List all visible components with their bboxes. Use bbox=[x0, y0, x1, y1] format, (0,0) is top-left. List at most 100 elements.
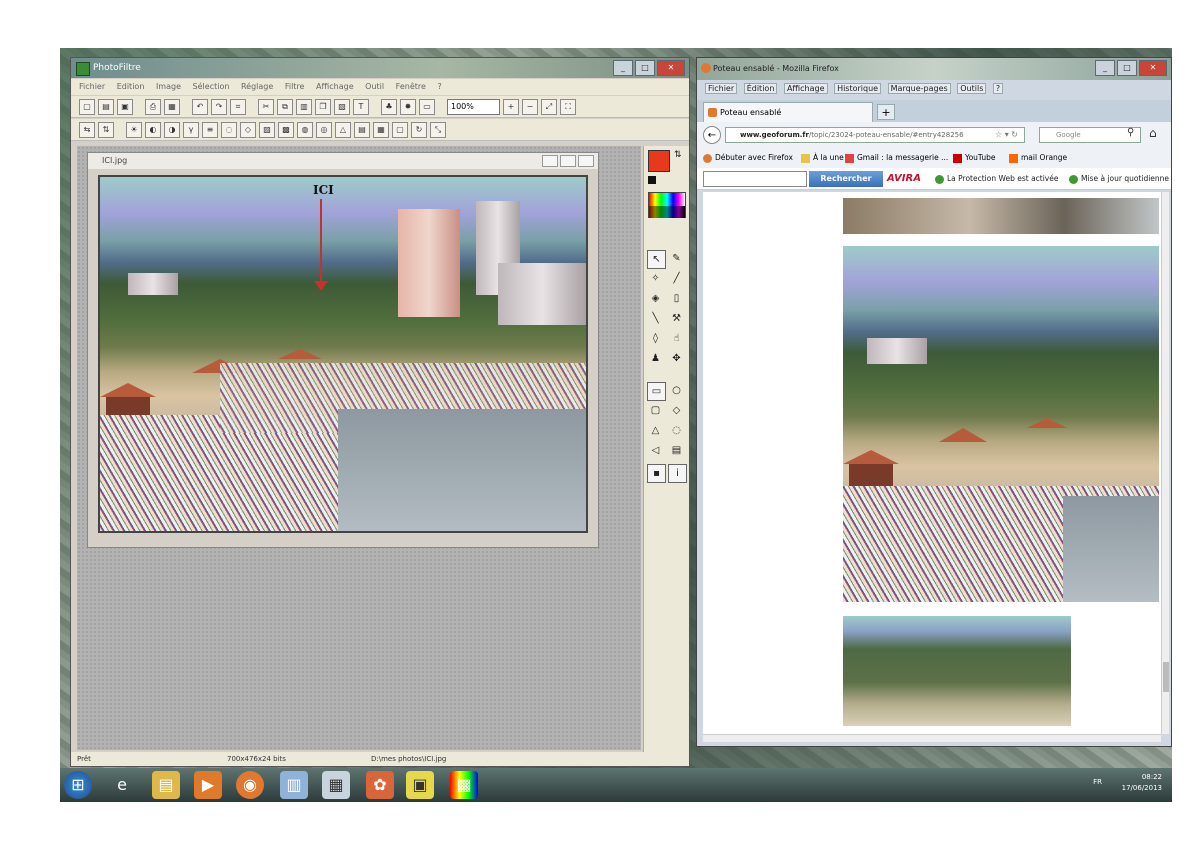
doc-minimize-button[interactable] bbox=[542, 155, 558, 167]
background-color-swatch[interactable] bbox=[648, 176, 656, 184]
zoom-select[interactable]: 100% bbox=[447, 98, 500, 115]
ff-menu-affichage[interactable]: Affichage bbox=[783, 83, 828, 94]
internet-explorer-icon[interactable]: e bbox=[108, 771, 136, 799]
system-clock[interactable]: 08:22 17/06/2013 bbox=[1122, 772, 1162, 794]
doc-maximize-button[interactable] bbox=[560, 155, 576, 167]
ff-menu-marque-pages[interactable]: Marque-pages bbox=[887, 83, 951, 94]
explorer-folder-icon[interactable]: ▤ bbox=[152, 771, 180, 799]
ff-maximize-button[interactable]: □ bbox=[1117, 60, 1137, 76]
effects-icon[interactable]: ✸ bbox=[400, 98, 416, 115]
print-icon[interactable]: ⎙ bbox=[145, 98, 161, 115]
bookmark-star-icon[interactable]: ☆ ▾ ↻ bbox=[995, 127, 1018, 143]
stamp-icon[interactable]: ♣ bbox=[381, 98, 397, 115]
open-file-icon[interactable]: ▤ bbox=[98, 98, 114, 115]
stamp-tool-icon[interactable]: ♟ bbox=[647, 350, 664, 367]
menu-affichage[interactable]: Affichage bbox=[316, 82, 354, 91]
frame-icon[interactable]: ▢ bbox=[392, 121, 408, 138]
window-icon[interactable]: ▭ bbox=[419, 98, 435, 115]
smudge-tool-icon[interactable]: ☝ bbox=[668, 330, 685, 347]
swap-colors-icon[interactable]: ⇅ bbox=[674, 150, 682, 160]
ff-minimize-button[interactable]: _ bbox=[1095, 60, 1115, 76]
triangle-shape-icon[interactable]: △ bbox=[647, 422, 664, 439]
forum-image-beach[interactable] bbox=[843, 246, 1159, 602]
folder-shape-icon[interactable]: ▤ bbox=[668, 442, 685, 459]
pipette-tool-icon[interactable]: ✎ bbox=[668, 250, 685, 267]
app-taskbar-icon[interactable]: ▣ bbox=[406, 771, 434, 799]
fullscreen-icon[interactable]: ⛶ bbox=[560, 98, 576, 115]
zoom-out-icon[interactable]: − bbox=[522, 98, 538, 115]
redo-icon[interactable]: ↷ bbox=[211, 98, 227, 115]
vertical-scrollbar[interactable] bbox=[1161, 192, 1169, 734]
ff-menu-historique[interactable]: Historique bbox=[834, 83, 882, 94]
photofiltre-titlebar[interactable]: PhotoFiltre _ □ ✕ bbox=[71, 58, 689, 78]
menu-selection[interactable]: Sélection bbox=[193, 82, 230, 91]
selection-mode-icon[interactable]: ▪ bbox=[647, 464, 666, 483]
crop-icon[interactable]: ⌗ bbox=[230, 98, 246, 115]
doc-close-button[interactable] bbox=[578, 155, 594, 167]
fill-tool-icon[interactable]: ◈ bbox=[647, 290, 664, 307]
menu-fichier[interactable]: Fichier bbox=[79, 82, 105, 91]
saturation-icon[interactable]: ◑ bbox=[164, 121, 180, 138]
menu-reglage[interactable]: Réglage bbox=[241, 82, 273, 91]
ff-menu-help[interactable]: ? bbox=[992, 83, 1004, 94]
select-tool-icon[interactable]: ↖ bbox=[647, 250, 666, 269]
avira-update-status[interactable]: Mise à jour quotidienne bbox=[1069, 171, 1169, 187]
media-player-icon[interactable]: ▶ bbox=[194, 771, 222, 799]
forum-image-top[interactable] bbox=[843, 198, 1159, 234]
horizontal-scrollbar[interactable] bbox=[703, 734, 1161, 742]
scrollbar-thumb[interactable] bbox=[1163, 662, 1169, 692]
text-icon[interactable]: T bbox=[353, 98, 369, 115]
scan-icon[interactable]: ▦ bbox=[164, 98, 180, 115]
save-icon[interactable]: ▣ bbox=[117, 98, 133, 115]
sepia-icon[interactable]: ▩ bbox=[278, 121, 294, 138]
sharpen-icon[interactable]: ◇ bbox=[240, 121, 256, 138]
drop2-icon[interactable]: ◎ bbox=[316, 121, 332, 138]
duplicate-icon[interactable]: ❐ bbox=[315, 98, 331, 115]
lasso-shape-icon[interactable]: ◌ bbox=[668, 422, 685, 439]
triangle-icon[interactable]: △ bbox=[335, 121, 351, 138]
language-indicator[interactable]: FR bbox=[1093, 778, 1102, 786]
menu-image[interactable]: Image bbox=[156, 82, 181, 91]
wand-tool-icon[interactable]: ✧ bbox=[647, 270, 664, 287]
firefox-taskbar-icon[interactable]: ◉ bbox=[236, 771, 264, 799]
info-icon[interactable]: i bbox=[668, 464, 687, 483]
bookmark-item[interactable]: Gmail : la messagerie ... bbox=[845, 148, 948, 168]
copy-icon[interactable]: ⧉ bbox=[277, 98, 293, 115]
bookmark-item[interactable]: Débuter avec Firefox bbox=[703, 148, 793, 168]
menu-help[interactable]: ? bbox=[437, 82, 441, 91]
firefox-titlebar[interactable]: Poteau ensablé - Mozilla Firefox _ □ ✕ bbox=[697, 58, 1171, 80]
line-tool-icon[interactable]: ╱ bbox=[668, 270, 685, 287]
forum-image-bottom[interactable] bbox=[843, 616, 1071, 726]
grayscale-icon[interactable]: ▨ bbox=[259, 121, 275, 138]
bookmark-item[interactable]: YouTube bbox=[953, 148, 996, 168]
brightness-icon[interactable]: ☀ bbox=[126, 121, 142, 138]
app-taskbar-icon[interactable]: ▥ bbox=[280, 771, 308, 799]
back-arrow-icon[interactable]: ← bbox=[703, 126, 721, 144]
menu-filtre[interactable]: Filtre bbox=[285, 82, 305, 91]
avira-search-input[interactable] bbox=[703, 171, 807, 187]
color-palette[interactable] bbox=[648, 192, 686, 218]
undo-icon[interactable]: ↶ bbox=[192, 98, 208, 115]
color-icon[interactable]: ▦ bbox=[373, 121, 389, 138]
levels-icon[interactable]: ≡ bbox=[202, 121, 218, 138]
zoom-in-icon[interactable]: + bbox=[503, 98, 519, 115]
layer-icon[interactable]: ▧ bbox=[334, 98, 350, 115]
ff-menu-outils[interactable]: Outils bbox=[957, 83, 987, 94]
paste-icon[interactable]: ▥ bbox=[296, 98, 312, 115]
blur-tool-icon[interactable]: ◊ bbox=[647, 330, 664, 347]
brush-tool-icon[interactable]: ╲ bbox=[647, 310, 664, 327]
avira-protection-status[interactable]: La Protection Web est activée bbox=[935, 171, 1058, 187]
new-file-icon[interactable]: ▢ bbox=[79, 98, 95, 115]
bookmark-item[interactable]: À la une bbox=[801, 148, 844, 168]
flip-v-icon[interactable]: ⇅ bbox=[98, 121, 114, 138]
start-button-icon[interactable]: ⊞ bbox=[64, 771, 92, 799]
resize-icon[interactable]: ⤡ bbox=[430, 121, 446, 138]
menu-outil[interactable]: Outil bbox=[365, 82, 384, 91]
drop-icon[interactable]: ◍ bbox=[297, 121, 313, 138]
ff-menu-edition[interactable]: Édition bbox=[743, 83, 778, 94]
ff-menu-fichier[interactable]: Fichier bbox=[705, 83, 738, 94]
bookmark-item[interactable]: mail Orange bbox=[1009, 148, 1067, 168]
search-input[interactable]: Google bbox=[1039, 127, 1141, 143]
cut-icon[interactable]: ✂ bbox=[258, 98, 274, 115]
app-taskbar-icon[interactable]: ✿ bbox=[366, 771, 394, 799]
